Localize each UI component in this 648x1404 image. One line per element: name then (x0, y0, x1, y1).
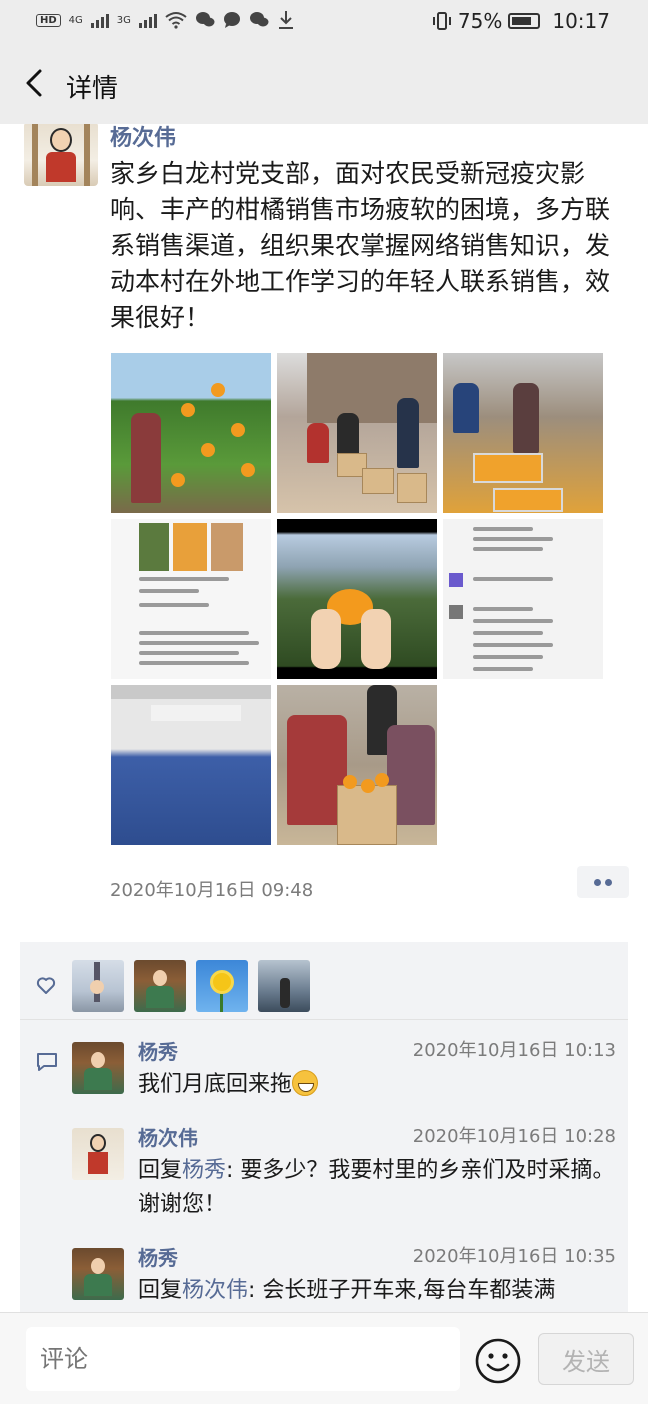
vibrate-icon (432, 12, 451, 30)
post-detail: 杨次伟 家乡白龙村党支部，面对农民受新冠疫灾影响、丰产的柑橘销售市场疲软的困境，… (0, 124, 648, 1312)
comment-icon (37, 1053, 57, 1071)
post-image-5[interactable] (277, 519, 437, 679)
status-bar-right: 75% 10:17 (432, 9, 610, 33)
wifi-icon (165, 12, 187, 29)
post-image-1[interactable] (111, 353, 271, 513)
post-author-name[interactable]: 杨次伟 (110, 124, 176, 152)
grin-emoji-icon (292, 1070, 319, 1096)
clock: 10:17 (552, 9, 610, 33)
like-avatar-1[interactable] (72, 960, 124, 1012)
post-image-2[interactable] (277, 353, 437, 513)
like-avatar-4[interactable] (258, 960, 310, 1012)
nav-bar: 详情 (0, 46, 648, 124)
comment-bar: 发送 (0, 1312, 648, 1404)
comment-text: 回复杨秀: 要多少？我要村里的乡亲们及时采摘。谢谢您！ (138, 1158, 615, 1217)
status-bar-left: HD 4G 3G (36, 10, 295, 30)
avatar[interactable] (72, 1128, 124, 1180)
more-dots-icon[interactable] (577, 866, 629, 898)
reply-prefix: 回复 (138, 1278, 183, 1303)
reply-prefix: 回复 (138, 1158, 183, 1183)
battery-percent: 75% (457, 9, 503, 33)
battery-icon (508, 13, 541, 29)
comment-author[interactable]: 杨秀 (138, 1242, 178, 1271)
post-image-4[interactable] (111, 519, 271, 679)
comment-time: 2020年10月16日 10:35 (412, 1246, 616, 1267)
send-button[interactable]: 发送 (538, 1333, 634, 1385)
wechat-icon (195, 12, 215, 27)
avatar[interactable] (72, 1248, 124, 1300)
network-3g-label: 3G (116, 14, 131, 26)
comment-input[interactable] (26, 1327, 460, 1391)
author-avatar[interactable] (24, 124, 98, 186)
post-image-3[interactable] (443, 353, 603, 513)
smile-icon[interactable] (474, 1337, 522, 1385)
status-bar: HD 4G 3G 75% 10:17 (0, 0, 648, 46)
reply-target[interactable]: 杨次伟 (182, 1278, 248, 1303)
comment-text: 我们月底回来拖 (138, 1068, 618, 1102)
interactions-panel: 杨秀 2020年10月16日 10:13 我们月底回来拖 杨次伟 2020年10… (20, 942, 628, 1312)
comment-time: 2020年10月16日 10:28 (412, 1126, 616, 1147)
post-text: 家乡白龙村党支部，面对农民受新冠疫灾影响、丰产的柑橘销售市场疲软的困境，多方联系… (110, 159, 611, 332)
signal-icon-2 (138, 12, 157, 28)
like-avatar-2[interactable] (134, 960, 186, 1012)
comment-author[interactable]: 杨次伟 (138, 1122, 198, 1151)
likes-row (20, 942, 628, 1020)
network-4g-label: 4G (68, 14, 83, 26)
message-icon (223, 12, 240, 28)
hd-indicator: HD (36, 13, 61, 27)
post-image-7[interactable] (111, 685, 271, 845)
post-image-6[interactable] (443, 519, 603, 679)
signal-icon (90, 12, 109, 28)
post-timestamp: 2020年10月16日 09:48 (110, 880, 314, 901)
chevron-left-icon[interactable] (20, 68, 50, 98)
heart-icon (36, 977, 56, 994)
avatar[interactable] (72, 1042, 124, 1094)
reply-target[interactable]: 杨秀 (182, 1158, 226, 1183)
comment-text: 回复杨次伟: 会长班子开车来,每台车都装满 (138, 1278, 556, 1303)
comment-author[interactable]: 杨秀 (138, 1036, 178, 1065)
like-avatar-3[interactable] (196, 960, 248, 1012)
wechat-icon-2 (249, 12, 269, 27)
download-icon (278, 11, 293, 29)
comment-time: 2020年10月16日 10:13 (412, 1040, 616, 1061)
post-image-8[interactable] (277, 685, 437, 845)
page-title: 详情 (66, 74, 119, 104)
